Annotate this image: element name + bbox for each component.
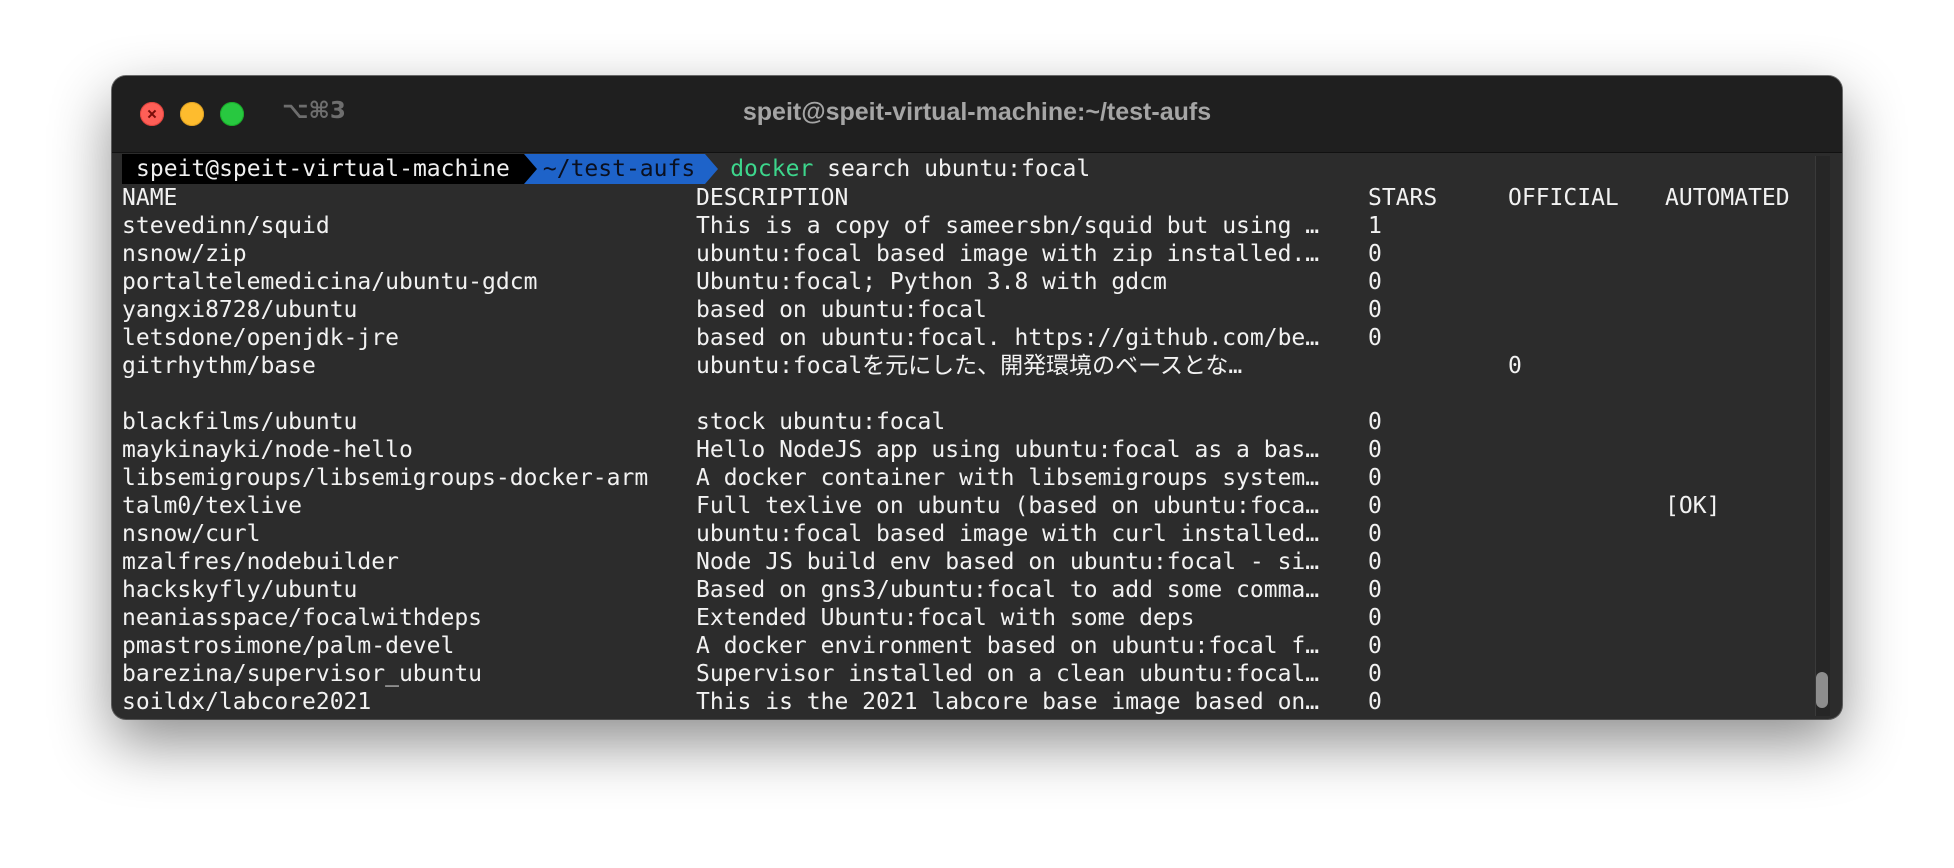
cell-stars: 0 bbox=[1368, 661, 1382, 687]
table-row: maykinayki/node-hello Hello NodeJS app us… bbox=[122, 436, 1807, 464]
cell-description: ubuntu:focalを元にした、開発環境のベースとな… bbox=[696, 353, 1243, 379]
scrollbar[interactable] bbox=[1815, 156, 1830, 716]
cell-name: gitrhythm/base bbox=[122, 353, 316, 379]
cell-description: A docker container with libsemigroups sy… bbox=[696, 465, 1320, 491]
table-row: portaltelemedicina/ubuntu-gdcm Ubuntu:foc… bbox=[122, 268, 1807, 296]
header-stars: STARS bbox=[1368, 185, 1438, 211]
table-row: stevedinn/squid This is a copy of sameers… bbox=[122, 212, 1807, 240]
table-row: letsdone/openjdk-jre based on ubuntu:foca… bbox=[122, 324, 1807, 352]
cell-stars: 0 bbox=[1368, 521, 1382, 547]
cell-description: ubuntu:focal based image with curl insta… bbox=[696, 521, 1320, 547]
cell-name: portaltelemedicina/ubuntu-gdcm bbox=[122, 269, 538, 295]
cell-name: hackskyfly/ubuntu bbox=[122, 577, 358, 603]
prompt-line: speit@speit-virtual-machine ~/test-aufs … bbox=[122, 154, 1807, 184]
scrollbar-thumb[interactable] bbox=[1816, 672, 1828, 708]
cell-description: A docker environment based on ubuntu:foc… bbox=[696, 633, 1320, 659]
cell-stars: 0 bbox=[1368, 577, 1382, 603]
cell-description: Extended Ubuntu:focal with some deps bbox=[696, 605, 1195, 631]
table-row bbox=[122, 380, 1807, 408]
table-row: pmastrosimone/palm-devel A docker environ… bbox=[122, 632, 1807, 660]
table-row: talm0/texlive Full texlive on ubuntu (bas… bbox=[122, 492, 1807, 520]
cell-official: 0 bbox=[1508, 353, 1522, 379]
command-name: docker bbox=[730, 156, 814, 182]
cell-description: ubuntu:focal based image with zip instal… bbox=[696, 241, 1320, 267]
cell-description: Supervisor installed on a clean ubuntu:f… bbox=[696, 661, 1320, 687]
cell-stars: 0 bbox=[1368, 549, 1382, 575]
cell-name: neaniasspace/focalwithdeps bbox=[122, 605, 483, 631]
cell-stars: 0 bbox=[1368, 465, 1382, 491]
cell-description: This is the 2021 labcore base image base… bbox=[696, 689, 1320, 715]
cell-description: Hello NodeJS app using ubuntu:focal as a… bbox=[696, 437, 1320, 463]
header-description: DESCRIPTION bbox=[696, 185, 849, 211]
command: docker search ubuntu:focal bbox=[730, 155, 1090, 183]
cell-stars: 0 bbox=[1368, 633, 1382, 659]
table-row: neaniasspace/focalwithdeps Extended Ubunt… bbox=[122, 604, 1807, 632]
table-row: yangxi8728/ubuntu based on ubuntu:focal 0 bbox=[122, 296, 1807, 324]
cell-name: maykinayki/node-hello bbox=[122, 437, 413, 463]
cell-name: yangxi8728/ubuntu bbox=[122, 297, 358, 323]
cell-description: based on ubuntu:focal. https://github.co… bbox=[696, 325, 1320, 351]
cell-name: pmastrosimone/palm-devel bbox=[122, 633, 455, 659]
cell-description: Based on gns3/ubuntu:focal to add some c… bbox=[696, 577, 1320, 603]
table-row: libsemigroups/libsemigroups-docker-arm A … bbox=[122, 464, 1807, 492]
cell-stars: 0 bbox=[1368, 493, 1382, 519]
cell-stars: 0 bbox=[1368, 241, 1382, 267]
prompt-end-icon bbox=[705, 154, 719, 184]
cell-name: mzalfres/nodebuilder bbox=[122, 549, 399, 575]
cell-name: soildx/labcore2021 bbox=[122, 689, 372, 715]
prompt-directory: ~/test-aufs bbox=[536, 154, 706, 184]
cell-description: This is a copy of sameersbn/squid but us… bbox=[696, 213, 1320, 239]
header-official: OFFICIAL bbox=[1508, 185, 1619, 211]
cell-name: libsemigroups/libsemigroups-docker-arm bbox=[122, 465, 649, 491]
cell-name: stevedinn/squid bbox=[122, 213, 330, 239]
table-row: soildx/labcore2021 This is the 2021 labco… bbox=[122, 688, 1807, 716]
cell-name: barezina/supervisor_ubuntu bbox=[122, 661, 483, 687]
cell-stars: 0 bbox=[1368, 689, 1382, 715]
cell-stars: 1 bbox=[1368, 213, 1382, 239]
cell-description: based on ubuntu:focal bbox=[696, 297, 987, 323]
cell-name: nsnow/curl bbox=[122, 521, 261, 547]
table-row: mzalfres/nodebuilder Node JS build env ba… bbox=[122, 548, 1807, 576]
cell-name: nsnow/zip bbox=[122, 241, 247, 267]
header-name: NAME bbox=[122, 185, 178, 211]
prompt-user-host: speit@speit-virtual-machine bbox=[122, 154, 524, 184]
table-row: blackfilms/ubuntu stock ubuntu:focal 0 bbox=[122, 408, 1807, 436]
cell-stars: 0 bbox=[1368, 297, 1382, 323]
result-rows: stevedinn/squid This is a copy of sameers… bbox=[122, 212, 1807, 716]
table-row: nsnow/curl ubuntu:focal based image with … bbox=[122, 520, 1807, 548]
table-header: NAME DESCRIPTION STARS OFFICIAL AUTOMATE… bbox=[122, 184, 1807, 212]
cell-automated: [OK] bbox=[1665, 493, 1721, 519]
cell-name: letsdone/openjdk-jre bbox=[122, 325, 399, 351]
window-title: speit@speit-virtual-machine:~/test-aufs bbox=[742, 98, 1212, 126]
cell-description: stock ubuntu:focal bbox=[696, 409, 946, 435]
command-args: search ubuntu:focal bbox=[827, 156, 1091, 182]
table-row: hackskyfly/ubuntu Based on gns3/ubuntu:fo… bbox=[122, 576, 1807, 604]
cell-stars: 0 bbox=[1368, 325, 1382, 351]
table-row: barezina/supervisor_ubuntu Supervisor ins… bbox=[122, 660, 1807, 688]
terminal-window: ⌥⌘3 speit@speit-virtual-machine:~/test-a… bbox=[112, 76, 1842, 719]
cell-name: blackfilms/ubuntu bbox=[122, 409, 358, 435]
title-bar[interactable]: ⌥⌘3 speit@speit-virtual-machine:~/test-a… bbox=[112, 76, 1842, 153]
cell-description: Node JS build env based on ubuntu:focal … bbox=[696, 549, 1320, 575]
terminal-content[interactable]: speit@speit-virtual-machine ~/test-aufs … bbox=[122, 154, 1807, 716]
cell-name: talm0/texlive bbox=[122, 493, 303, 519]
cell-stars: 0 bbox=[1368, 269, 1382, 295]
prompt-separator-icon bbox=[523, 154, 537, 184]
header-automated: AUTOMATED bbox=[1665, 185, 1790, 211]
cell-stars: 0 bbox=[1368, 437, 1382, 463]
cell-description: Ubuntu:focal; Python 3.8 with gdcm bbox=[696, 269, 1167, 295]
cell-stars: 0 bbox=[1368, 605, 1382, 631]
table-row: gitrhythm/base ubuntu:focalを元にした、開発環境のベース… bbox=[122, 352, 1807, 380]
cell-stars: 0 bbox=[1368, 409, 1382, 435]
cell-description: Full texlive on ubuntu (based on ubuntu:… bbox=[696, 493, 1320, 519]
table-row: nsnow/zip ubuntu:focal based image with z… bbox=[122, 240, 1807, 268]
